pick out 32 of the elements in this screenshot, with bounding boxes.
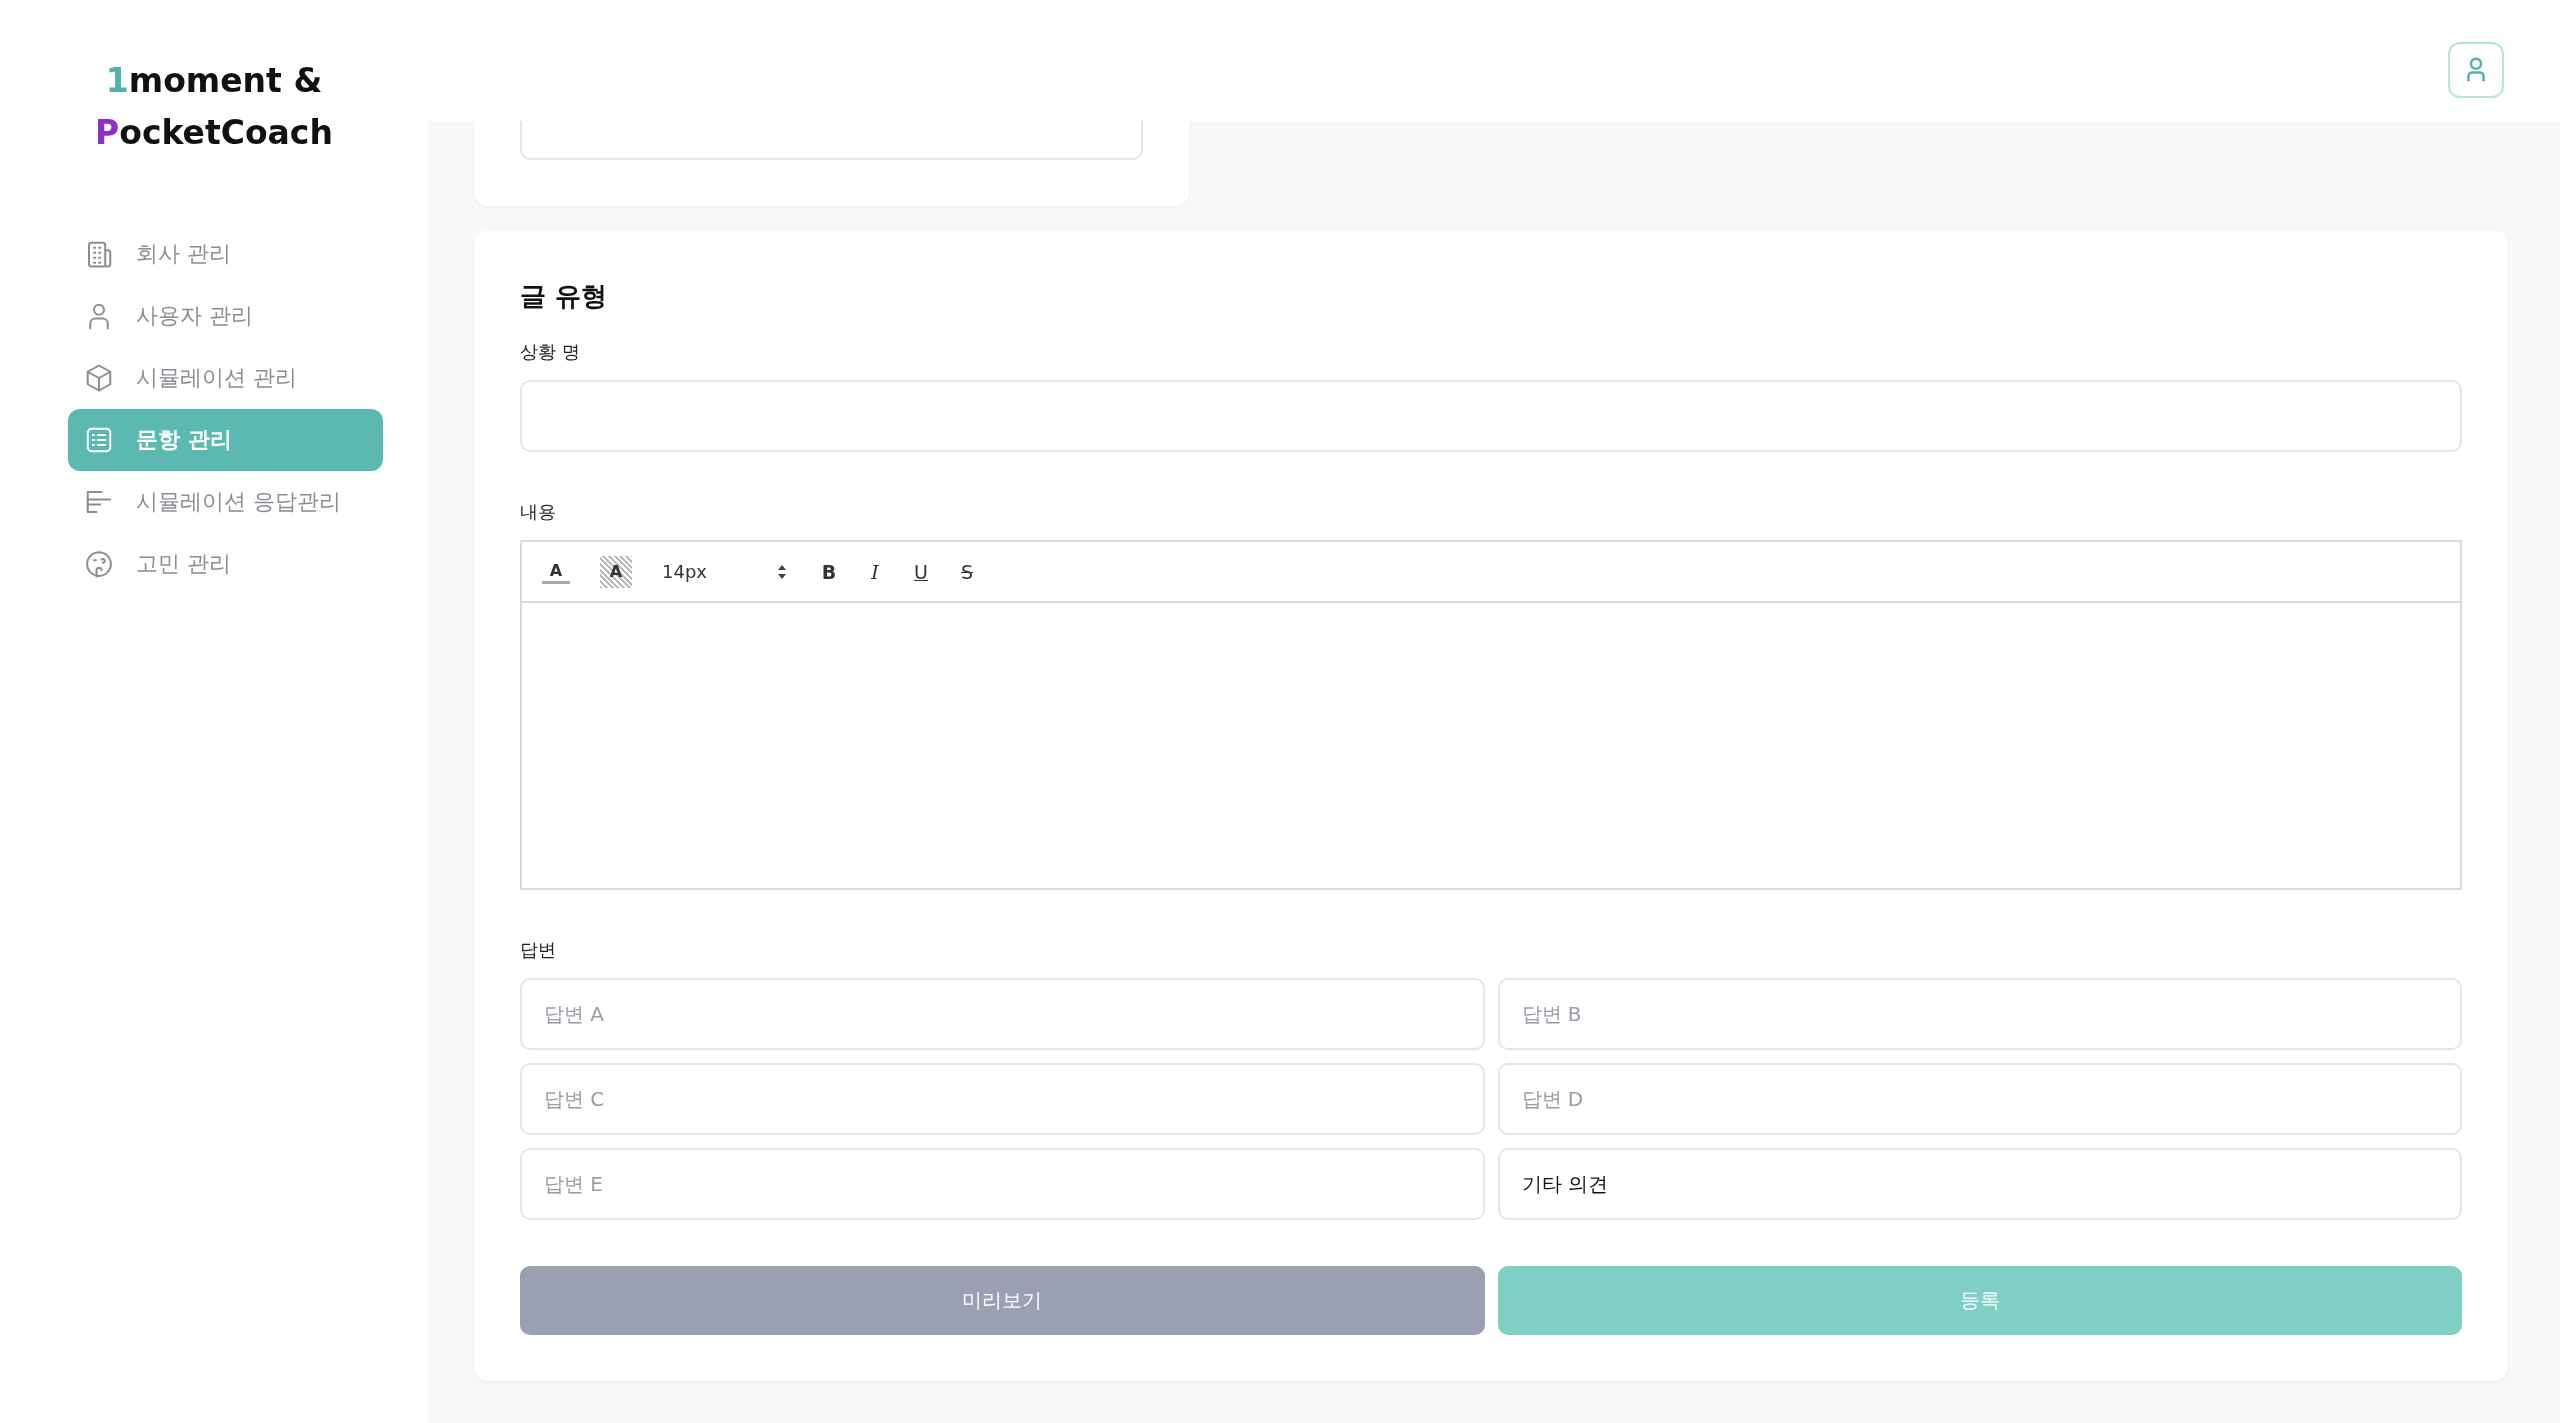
answer-field[interactable]: 답변 B (1497, 978, 2462, 1050)
underline-button[interactable]: U (907, 555, 935, 588)
field-label: 내용 (520, 500, 557, 524)
sidebar-item[interactable]: 고민 관리 (68, 533, 383, 595)
thinking-face-icon (84, 549, 114, 579)
section-title: 글 유형 (520, 280, 609, 312)
italic-button[interactable]: I (861, 555, 889, 588)
answer-field[interactable]: 답변 D (1497, 1063, 2462, 1135)
font-size-select[interactable]: 14px (662, 555, 787, 588)
answer-field[interactable]: 답변 A (520, 978, 1485, 1050)
text-field[interactable] (520, 121, 1143, 160)
sort-arrows-icon (777, 563, 787, 580)
strikethrough-button[interactable]: S (953, 555, 981, 588)
answer-field[interactable]: 답변 C (520, 1063, 1485, 1135)
sidebar-item[interactable]: 시뮬레이션 관리 (68, 347, 383, 409)
bold-button[interactable]: B (815, 555, 843, 588)
profile-button[interactable] (2448, 42, 2504, 98)
field-label: 상황 명 (520, 340, 581, 364)
situation-name-field[interactable] (520, 380, 2462, 452)
logo-text: PocketCoach (95, 112, 333, 154)
field-label: 답변 (520, 938, 557, 962)
sidebar-item[interactable]: 시뮬레이션 응답관리 (68, 471, 383, 533)
answer-field[interactable]: 기타 의견 (1497, 1148, 2462, 1220)
answer-field[interactable]: 답변 E (520, 1148, 1485, 1220)
sidebar-item[interactable]: 사용자 관리 (68, 285, 383, 347)
list-icon (84, 425, 114, 455)
rich-text-editor[interactable]: A A 14px B I U S (520, 540, 2462, 890)
logo-text: 1moment & (105, 60, 323, 102)
text-color-button[interactable]: A (542, 559, 570, 584)
highlight-button[interactable]: A (600, 555, 632, 588)
cube-icon (84, 363, 114, 393)
sidebar-item[interactable]: 회사 관리 (68, 223, 383, 285)
